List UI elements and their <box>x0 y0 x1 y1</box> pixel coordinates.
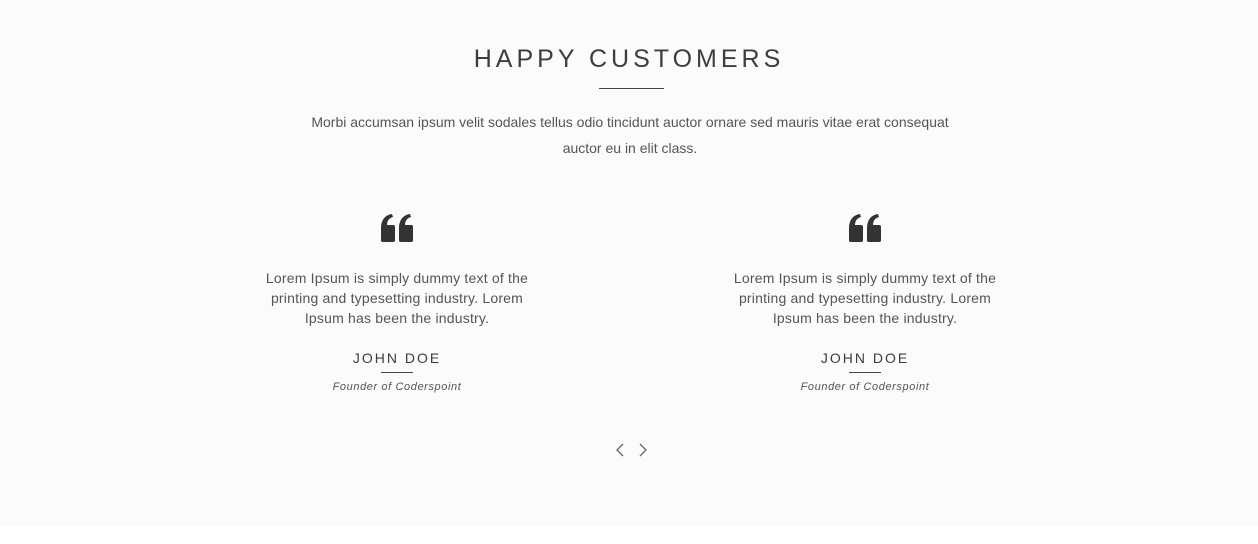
testimonial-author: JOHN DOE <box>820 350 910 366</box>
quote-icon <box>849 214 881 242</box>
testimonial-text: Lorem Ipsum is simply dummy text of the … <box>733 270 997 326</box>
testimonial-card: Lorem Ipsum is simply dummy text of the … <box>252 210 542 395</box>
section-title: HAPPY CUSTOMERS <box>473 45 785 73</box>
chevron-right-icon <box>639 443 647 457</box>
testimonials-section: HAPPY CUSTOMERS Morbi accumsan ipsum vel… <box>0 0 1258 526</box>
testimonial-card: Lorem Ipsum is simply dummy text of the … <box>720 210 1010 395</box>
carousel-next-button[interactable] <box>634 440 652 460</box>
title-divider <box>599 88 664 89</box>
author-divider <box>849 372 881 373</box>
section-intro: Morbi accumsan ipsum velit sodales tellu… <box>311 114 949 156</box>
author-divider <box>381 372 413 373</box>
testimonial-author: JOHN DOE <box>352 350 442 366</box>
chevron-left-icon <box>616 443 624 457</box>
carousel-prev-button[interactable] <box>611 440 629 460</box>
testimonial-text: Lorem Ipsum is simply dummy text of the … <box>265 270 529 326</box>
testimonial-role: Founder of Coderspoint <box>332 381 462 393</box>
testimonial-role: Founder of Coderspoint <box>800 381 930 393</box>
quote-icon <box>381 214 413 242</box>
